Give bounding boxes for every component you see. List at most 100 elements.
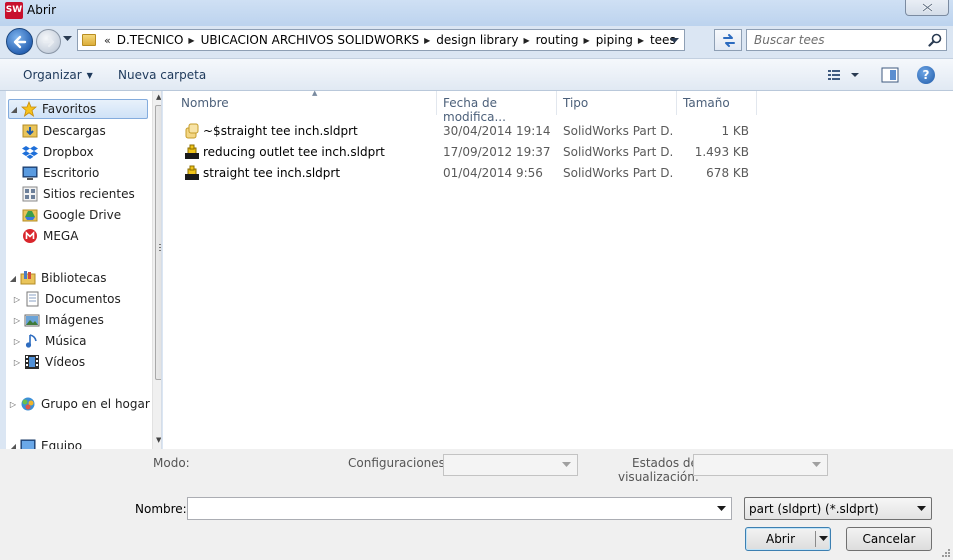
downloads-folder-icon [22, 123, 38, 139]
breadcrumb-piping[interactable]: piping ▶ [596, 33, 650, 47]
cancel-button[interactable]: Cancelar [846, 527, 932, 551]
collapsed-triangle-icon[interactable]: ▷ [12, 358, 22, 367]
column-header-name[interactable]: Nombre ▲ [175, 89, 437, 115]
collapsed-triangle-icon[interactable]: ▷ [12, 316, 22, 325]
mega-icon [22, 228, 38, 244]
command-toolbar: Organizar ▼ Nueva carpeta ? [0, 58, 953, 91]
change-view-button[interactable] [827, 68, 863, 82]
divider [693, 32, 711, 48]
dropbox-icon [22, 144, 38, 160]
part-icon [185, 165, 199, 180]
sidebar-item-videos[interactable]: ▷ Vídeos [14, 352, 85, 372]
address-dropdown-icon[interactable] [670, 38, 679, 44]
column-header-type[interactable]: Tipo [557, 91, 677, 115]
navigation-bar: « D.TECNICO ▶ UBICACION ARCHIVOS SOLIDWOR… [0, 26, 953, 56]
expand-triangle-icon[interactable]: ◢ [8, 274, 18, 283]
sidebar-item-dropbox[interactable]: Dropbox [22, 142, 94, 162]
sidebar-item-bibliotecas[interactable]: ◢ Bibliotecas [8, 268, 106, 288]
forward-button[interactable] [36, 29, 61, 54]
collapsed-triangle-icon[interactable]: ▷ [12, 337, 22, 346]
sidebar-item-google-drive[interactable]: Google Drive [22, 205, 121, 225]
new-folder-button[interactable]: Nueva carpeta [118, 68, 206, 82]
sort-ascending-icon: ▲ [312, 89, 318, 97]
table-row[interactable]: straight tee inch.sldprt 01/04/2014 9:56… [177, 163, 757, 184]
table-row[interactable]: reducing outlet tee inch.sldprt 17/09/20… [177, 142, 757, 163]
star-icon [20, 100, 38, 117]
navigation-pane: ◢ Favoritos Descargas Dropbox Escritorio… [6, 91, 162, 449]
file-type-filter-dropdown[interactable]: part (sldprt) (*.sldprt) [744, 497, 932, 520]
recent-locations-dropdown-icon[interactable] [63, 36, 72, 42]
chevron-down-icon [562, 462, 571, 467]
address-overflow[interactable]: « [104, 34, 111, 47]
solidworks-app-icon: SW [5, 2, 23, 19]
scrollbar-thumb[interactable] [155, 105, 161, 380]
chevron-right-icon[interactable]: ▶ [188, 36, 194, 45]
filename-combobox[interactable] [187, 497, 732, 520]
refresh-icon [723, 34, 735, 47]
sidebar-item-documentos[interactable]: ▷ Documentos [14, 289, 121, 309]
filename-input[interactable] [188, 498, 708, 519]
resize-grip-icon[interactable] [941, 548, 951, 558]
close-icon [922, 3, 933, 12]
sidebar-item-mega[interactable]: MEGA [22, 226, 78, 246]
chevron-right-icon[interactable]: ▶ [638, 36, 644, 45]
breadcrumb-design-library[interactable]: design library ▶ [436, 33, 535, 47]
chevron-right-icon[interactable]: ▶ [424, 36, 430, 45]
back-button[interactable] [6, 28, 33, 55]
help-icon[interactable]: ? [917, 66, 935, 84]
open-button[interactable]: Abrir [745, 527, 831, 551]
column-header-size[interactable]: Tamaño [677, 91, 757, 115]
sidebar-item-descargas[interactable]: Descargas [22, 121, 106, 141]
sidebar-item-equipo[interactable]: ◢ Equipo [8, 436, 82, 449]
sidebar-item-escritorio[interactable]: Escritorio [22, 163, 99, 183]
open-options-dropdown-icon[interactable] [819, 536, 828, 542]
breadcrumb-routing[interactable]: routing ▶ [536, 33, 596, 47]
expand-triangle-icon[interactable]: ◢ [9, 105, 19, 114]
close-button[interactable] [905, 0, 949, 16]
configurations-dropdown[interactable] [443, 454, 578, 476]
preview-pane-button[interactable] [881, 67, 899, 83]
configurations-label: Configuraciones: [348, 456, 449, 470]
sidebar-item-favorites[interactable]: ◢ Favoritos [8, 99, 148, 119]
google-drive-folder-icon [22, 207, 38, 223]
folder-icon [82, 34, 96, 46]
search-input[interactable] [747, 30, 922, 50]
documents-icon [24, 291, 40, 307]
details-view-icon [828, 70, 859, 80]
search-box[interactable] [746, 29, 947, 51]
table-row[interactable]: ~$straight tee inch.sldprt 30/04/2014 19… [177, 121, 757, 142]
videos-icon [24, 354, 40, 370]
collapsed-triangle-icon[interactable]: ▷ [12, 295, 22, 304]
chevron-down-icon: ▼ [86, 71, 93, 80]
search-icon[interactable] [928, 33, 942, 47]
address-bar[interactable]: « D.TECNICO ▶ UBICACION ARCHIVOS SOLIDWOR… [77, 29, 685, 51]
window-title: Abrir [27, 3, 57, 17]
desktop-icon [22, 165, 38, 181]
sidebar-item-sitios-recientes[interactable]: Sitios recientes [22, 184, 135, 204]
navigation-scrollbar[interactable]: ▲ ▼ [152, 91, 161, 449]
chevron-right-icon[interactable]: ▶ [584, 36, 590, 45]
scroll-up-arrow-icon[interactable]: ▲ [156, 93, 161, 101]
collapsed-triangle-icon[interactable]: ▷ [8, 400, 18, 409]
computer-icon [20, 438, 36, 449]
refresh-button[interactable] [714, 29, 742, 51]
recent-places-icon [22, 186, 38, 202]
sidebar-item-grupo-hogar[interactable]: ▷ Grupo en el hogar [8, 394, 150, 414]
sidebar-item-musica[interactable]: ▷ Música [14, 331, 87, 351]
music-icon [24, 333, 40, 349]
display-states-dropdown[interactable] [693, 454, 828, 476]
breadcrumb-ubicacion[interactable]: UBICACION ARCHIVOS SOLIDWORKS ▶ [201, 33, 437, 47]
column-header-date[interactable]: Fecha de modifica... [437, 91, 557, 124]
file-list: Nombre ▲ Fecha de modifica... Tipo Tamañ… [163, 89, 953, 449]
homegroup-icon [20, 396, 36, 412]
libraries-icon [20, 270, 36, 286]
dialog-footer: Modo: Configuraciones: Estados de visual… [0, 449, 953, 560]
scroll-down-arrow-icon[interactable]: ▼ [156, 436, 161, 444]
chevron-down-icon[interactable] [717, 506, 726, 512]
organize-button[interactable]: Organizar ▼ [23, 68, 93, 82]
part-icon [185, 144, 199, 159]
breadcrumb-d-tecnico[interactable]: D.TECNICO ▶ [117, 33, 201, 47]
expand-triangle-icon[interactable]: ◢ [8, 442, 18, 450]
sidebar-item-imagenes[interactable]: ▷ Imágenes [14, 310, 104, 330]
chevron-right-icon[interactable]: ▶ [523, 36, 529, 45]
